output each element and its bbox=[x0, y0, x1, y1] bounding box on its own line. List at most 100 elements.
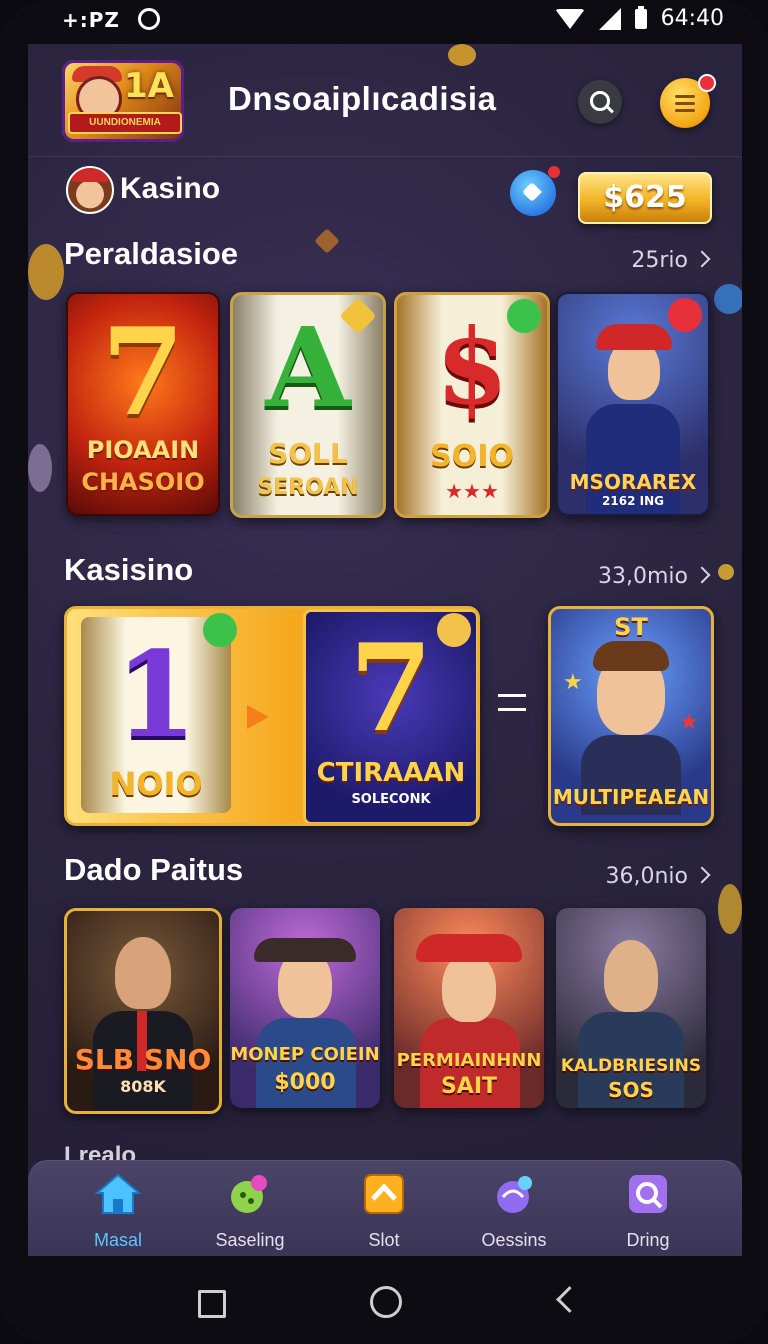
app-logo[interactable]: 1A UUNDIONEMIA bbox=[62, 60, 184, 142]
section-more-label: 25rio bbox=[631, 248, 688, 273]
card-title: SLB SNO bbox=[74, 1043, 212, 1076]
phone-icon bbox=[203, 613, 237, 647]
system-nav-bar bbox=[0, 1256, 768, 1344]
game-card[interactable]: ST ★ ★ MULTIPEAEAN bbox=[548, 606, 714, 826]
search-button[interactable] bbox=[578, 80, 622, 124]
reel-panel: 1 NOIO bbox=[81, 617, 231, 813]
game-card[interactable]: $ SOIO ★★★ bbox=[394, 292, 550, 518]
chip-decoration bbox=[28, 444, 52, 492]
card-subtitle: SAIT bbox=[440, 1074, 498, 1099]
section-more-1[interactable]: 25rio bbox=[631, 248, 711, 273]
nav-item-saseling[interactable]: Saseling bbox=[180, 1171, 320, 1251]
phone-icon bbox=[507, 299, 541, 333]
messages-button[interactable] bbox=[510, 170, 556, 216]
heart-icon bbox=[522, 182, 542, 202]
game-card[interactable]: PERMIAINHNN SAIT bbox=[394, 908, 544, 1108]
nav-label: Oessins bbox=[481, 1230, 547, 1250]
app-title: Dnsoaiplıcadisia bbox=[228, 80, 497, 117]
game-card[interactable]: MSORAREX 2162 ING bbox=[556, 292, 710, 516]
character-hat bbox=[596, 324, 672, 350]
nav-label: Dring bbox=[626, 1230, 670, 1250]
card-title: PERMIAINHNN bbox=[396, 1050, 542, 1071]
status-left: +:PZ bbox=[62, 8, 160, 32]
back-button[interactable] bbox=[556, 1286, 583, 1313]
balance-button[interactable]: $625 bbox=[578, 172, 712, 224]
menu-icon bbox=[675, 95, 695, 98]
user-row: Kasino $625 bbox=[28, 162, 742, 224]
section-title-1: Peraldasioe bbox=[64, 236, 239, 271]
cowboy-hat bbox=[416, 934, 522, 962]
coin-decoration bbox=[718, 884, 742, 934]
card-title: MONEP COIEIN bbox=[230, 1044, 380, 1065]
nav-label: Slot bbox=[368, 1230, 400, 1250]
card-symbol: 7 bbox=[101, 302, 185, 443]
home-icon bbox=[94, 1173, 142, 1214]
chevron-right-icon bbox=[693, 566, 711, 584]
card-symbol: 1 bbox=[114, 625, 198, 764]
recents-button[interactable] bbox=[198, 1290, 226, 1318]
card-subtitle: SOS bbox=[608, 1078, 654, 1102]
character-face bbox=[115, 937, 171, 1009]
arrow-right-icon bbox=[247, 705, 269, 729]
star-icon: ★ bbox=[679, 709, 699, 734]
character-face bbox=[604, 940, 658, 1012]
card-title: MSORAREX bbox=[569, 470, 697, 494]
card-subtitle: SEROAN bbox=[257, 475, 359, 500]
section-title-2: Kasisino bbox=[64, 552, 194, 587]
card-title: NOIO bbox=[109, 765, 203, 803]
slot-icon bbox=[364, 1174, 404, 1214]
phone-frame: +:PZ 64:40 1A UUNDIONEMIA Dnsoaiplıcadis… bbox=[0, 0, 768, 1344]
battery-icon bbox=[634, 5, 647, 29]
section-more-3[interactable]: 36,0nio bbox=[606, 864, 711, 889]
dice-icon bbox=[231, 1175, 267, 1213]
nav-label: Saseling bbox=[215, 1230, 285, 1250]
card-title: KALDBRIESINS bbox=[560, 1056, 702, 1076]
game-card[interactable]: A SOLL SEROAN bbox=[230, 292, 386, 518]
game-card[interactable]: KALDBRIESINS SOS bbox=[556, 908, 706, 1108]
nav-item-oessins[interactable]: Oessins bbox=[444, 1171, 584, 1251]
signal-icon bbox=[598, 7, 621, 30]
chevron-right-icon bbox=[693, 866, 711, 884]
card-subtitle: 2162 ING bbox=[602, 494, 664, 508]
game-card[interactable]: MONEP COIEIN $000 bbox=[230, 908, 380, 1108]
chevron-right-icon bbox=[693, 250, 711, 268]
status-circle-icon bbox=[137, 8, 160, 30]
game-card[interactable]: 7 PIOAAIN CHASOIO bbox=[66, 292, 220, 516]
character-face bbox=[442, 952, 496, 1022]
cowboy-hat bbox=[254, 938, 356, 962]
nav-item-dring[interactable]: Dring bbox=[578, 1171, 718, 1251]
card-subtitle: SOLECONK bbox=[351, 792, 431, 807]
card-tag: ST bbox=[614, 613, 648, 641]
coin-icon bbox=[437, 613, 471, 647]
section-title-3: Dado Paitus bbox=[64, 852, 244, 887]
swap-icon[interactable] bbox=[498, 694, 526, 697]
coin-decoration bbox=[28, 244, 64, 300]
card-rating: ★★★ bbox=[445, 479, 499, 503]
card-title: SOLL bbox=[268, 437, 348, 470]
confetti-decoration bbox=[714, 284, 742, 314]
bag-icon bbox=[629, 1175, 667, 1213]
nav-item-home[interactable]: Masal bbox=[48, 1171, 188, 1251]
clock: 64:40 bbox=[660, 6, 724, 31]
featured-banner[interactable]: 1 NOIO 7 CTIRAAAN SOLECONK bbox=[64, 606, 480, 826]
notification-badge bbox=[698, 74, 716, 92]
card-title: MULTIPEAEAN bbox=[552, 785, 710, 809]
confetti-decoration bbox=[718, 564, 734, 580]
nav-label: Masal bbox=[93, 1230, 142, 1250]
section-more-label: 33,0mio bbox=[598, 564, 688, 589]
avatar[interactable] bbox=[66, 166, 114, 214]
wifi-icon bbox=[554, 8, 585, 29]
card-title: SOIO bbox=[430, 439, 514, 474]
game-card[interactable]: SLB SNO 808K bbox=[64, 908, 222, 1114]
user-name: Kasino bbox=[120, 172, 221, 205]
chip-icon bbox=[497, 1176, 532, 1213]
star-icon: ★ bbox=[563, 669, 583, 694]
badge-icon bbox=[668, 298, 702, 332]
home-button[interactable] bbox=[370, 1286, 402, 1318]
nav-item-slot[interactable]: Slot bbox=[314, 1171, 454, 1251]
messages-badge bbox=[548, 166, 560, 178]
confetti-decoration bbox=[314, 228, 340, 254]
section-more-2[interactable]: 33,0mio bbox=[598, 564, 711, 589]
card-title: PIOAAIN bbox=[86, 436, 200, 464]
app-screen: 1A UUNDIONEMIA Dnsoaiplıcadisia Kasino $… bbox=[28, 44, 742, 1256]
